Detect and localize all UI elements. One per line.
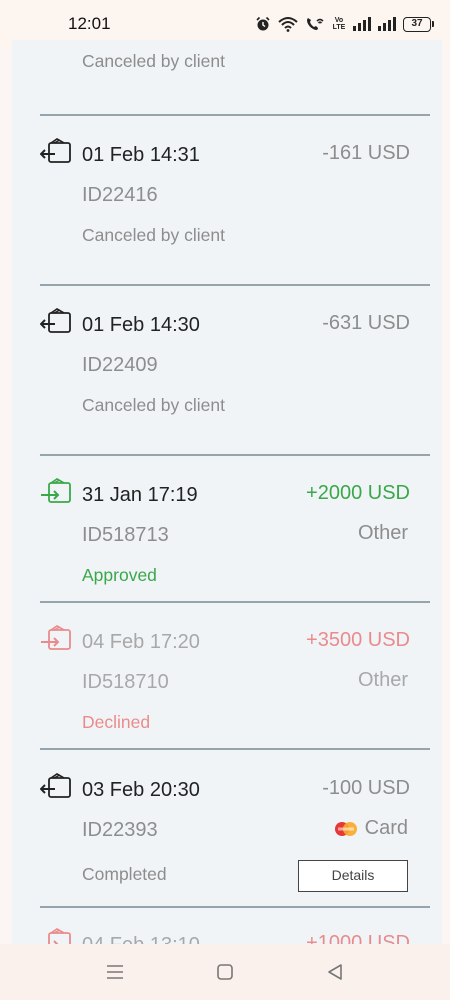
alarm-icon xyxy=(256,16,270,31)
transaction-amount: -631 USD xyxy=(322,312,410,334)
transaction-date: 31 Jan 17:19 xyxy=(82,484,198,506)
battery-level: 37 xyxy=(403,16,431,32)
mastercard-icon xyxy=(334,821,357,836)
divider xyxy=(40,454,430,456)
transaction-method: Card xyxy=(333,817,408,840)
home-icon[interactable] xyxy=(216,963,234,981)
transaction-method-label: Other xyxy=(357,522,408,544)
transaction-date: 01 Feb 14:31 xyxy=(82,144,200,166)
transaction-status: Canceled by client xyxy=(82,225,225,245)
transaction-amount: -161 USD xyxy=(322,142,410,164)
transaction-amount: +3500 USD xyxy=(306,629,410,651)
transaction-date: 04 Feb 17:20 xyxy=(82,631,200,653)
transactions-panel[interactable]: Canceled by client 01 Feb 14:31 -161 USD… xyxy=(12,40,442,948)
navigation-bar xyxy=(0,944,450,1000)
transaction-amount: -100 USD xyxy=(322,777,410,799)
divider xyxy=(40,114,430,116)
transaction-id: ID22409 xyxy=(82,354,158,376)
wifi-icon xyxy=(278,17,298,32)
menu-icon[interactable] xyxy=(106,964,124,980)
transaction-method-label: Card xyxy=(364,817,408,839)
transaction-method-label: Other xyxy=(357,669,408,691)
transaction-method: Other xyxy=(358,522,408,545)
battery-icon: 37 xyxy=(403,16,434,32)
transaction-id: ID22416 xyxy=(82,184,158,206)
back-icon[interactable] xyxy=(326,963,344,981)
transaction-id: ID518710 xyxy=(82,671,169,693)
signal-icon xyxy=(353,17,371,31)
transaction-status: Completed xyxy=(82,864,167,884)
transaction-status: Canceled by client xyxy=(82,395,225,415)
status-time: 12:01 xyxy=(68,14,111,33)
wifi-call-icon xyxy=(307,18,324,30)
details-button[interactable]: Details xyxy=(298,860,408,892)
divider xyxy=(40,284,430,286)
divider xyxy=(40,906,430,908)
deposit-icon xyxy=(41,625,71,650)
status-icons: Vo LTE 37 xyxy=(255,16,434,32)
withdrawal-icon xyxy=(40,773,71,798)
transaction-date: 03 Feb 20:30 xyxy=(82,779,200,801)
transaction-amount: +2000 USD xyxy=(306,482,410,504)
volte-icon: Vo LTE xyxy=(332,17,346,31)
deposit-icon xyxy=(41,478,71,503)
transaction-id: ID22393 xyxy=(82,819,158,841)
divider xyxy=(40,601,430,603)
withdrawal-icon xyxy=(40,138,71,163)
transaction-method: Other xyxy=(358,669,408,692)
transaction-status: Declined xyxy=(82,712,151,732)
withdrawal-icon xyxy=(40,308,71,333)
transaction-date: 01 Feb 14:30 xyxy=(82,314,200,336)
transaction-status: Canceled by client xyxy=(82,51,225,71)
transaction-id: ID518713 xyxy=(82,524,169,546)
signal-icon xyxy=(378,17,396,31)
transaction-status: Approved xyxy=(82,565,157,585)
divider xyxy=(40,748,430,750)
